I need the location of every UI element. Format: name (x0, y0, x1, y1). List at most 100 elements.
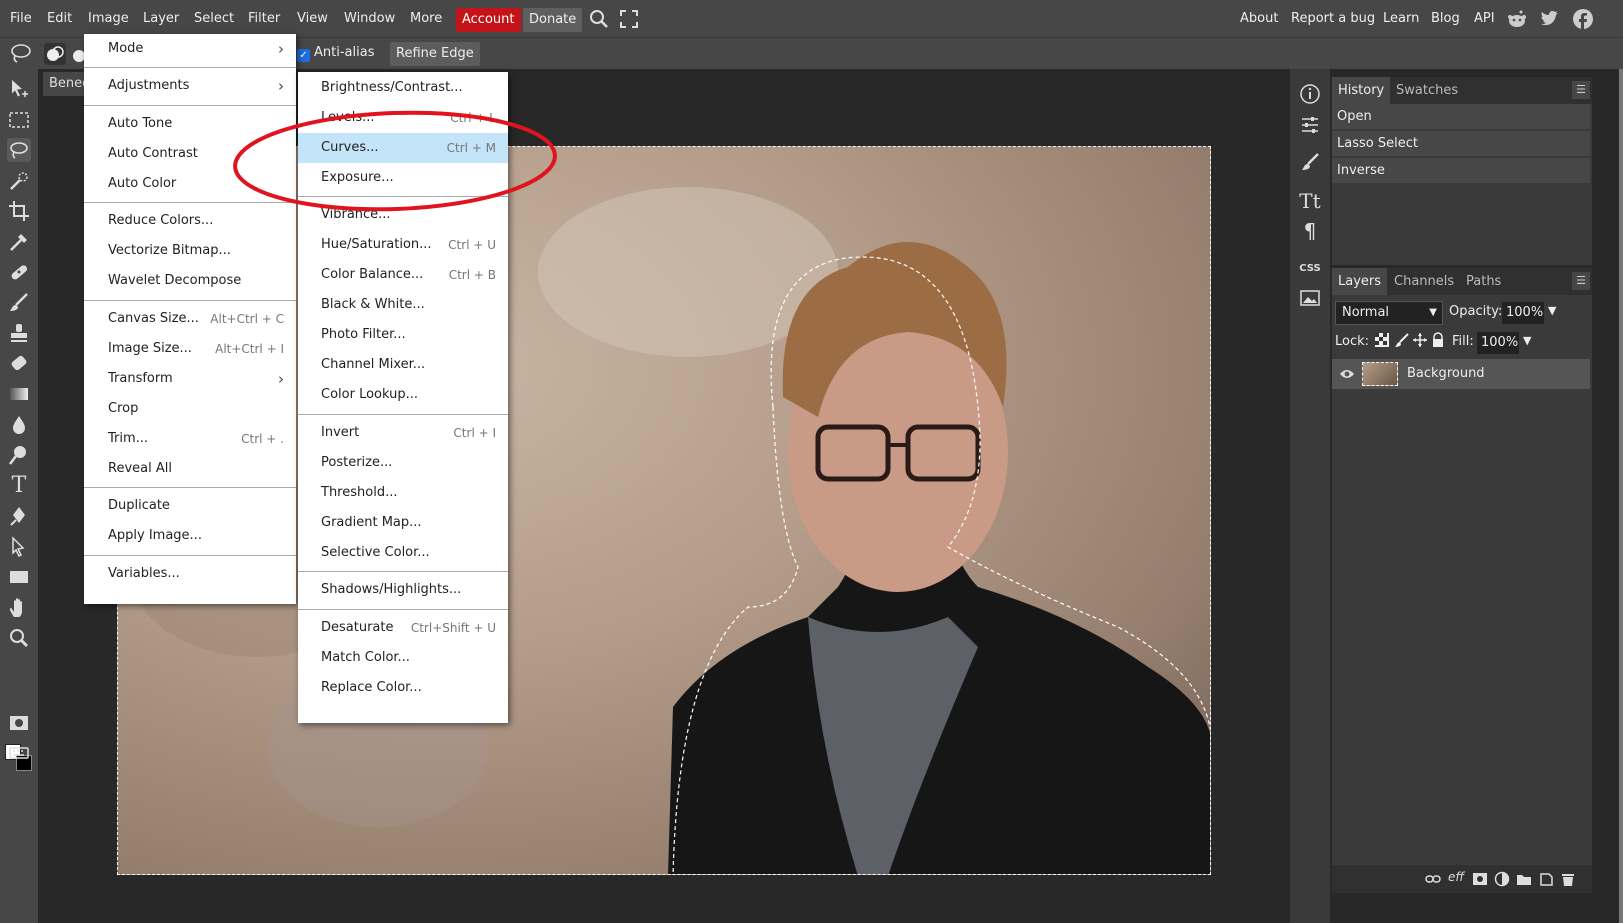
add-mask-icon[interactable] (1472, 871, 1488, 891)
tab-swatches[interactable]: Swatches (1390, 77, 1464, 104)
history-entry[interactable]: Inverse (1332, 158, 1590, 183)
menu-item-trim[interactable]: Trim... Ctrl + . (84, 424, 296, 454)
info-icon[interactable] (1298, 83, 1322, 107)
quick-select-tool-icon[interactable] (7, 169, 31, 193)
account-button[interactable]: Account (456, 8, 521, 32)
menu-image[interactable]: Image (88, 0, 129, 37)
menu-item-reveal-all[interactable]: Reveal All (84, 454, 296, 484)
menu-item-vectorize-bitmap[interactable]: Vectorize Bitmap... (84, 236, 296, 266)
panel-menu-icon[interactable]: ☰ (1572, 81, 1590, 99)
css-icon[interactable]: CSS (1298, 257, 1322, 281)
fill-input[interactable]: 100% (1477, 332, 1519, 354)
link-learn[interactable]: Learn (1383, 0, 1419, 37)
lasso-tool-icon[interactable] (7, 138, 31, 162)
menu-select[interactable]: Select (194, 0, 234, 37)
eye-icon[interactable] (1339, 366, 1355, 386)
dodge-tool-icon[interactable] (7, 443, 31, 467)
lock-all-icon[interactable] (1430, 332, 1446, 352)
tab-history[interactable]: History (1332, 77, 1391, 104)
tab-layers[interactable]: Layers (1332, 268, 1388, 295)
menu-item-hue-saturation[interactable]: Hue/Saturation... Ctrl + U (298, 230, 508, 260)
menu-item-photo-filter[interactable]: Photo Filter... (298, 320, 508, 350)
facebook-icon[interactable] (1572, 0, 1594, 37)
panel-menu-icon[interactable]: ☰ (1572, 272, 1590, 290)
pen-tool-icon[interactable] (7, 504, 31, 528)
blend-mode-select[interactable]: Normal ▼ (1335, 301, 1443, 325)
link-layers-icon[interactable] (1425, 871, 1441, 891)
stamp-tool-icon[interactable] (7, 321, 31, 345)
blur-tool-icon[interactable] (7, 413, 31, 437)
menu-file[interactable]: File (10, 0, 32, 37)
text-tool-icon[interactable]: T (7, 474, 31, 498)
quick-mask-icon[interactable] (7, 711, 31, 735)
reddit-icon[interactable] (1506, 0, 1528, 37)
tab-paths[interactable]: Paths (1460, 268, 1507, 295)
menu-item-variables[interactable]: Variables... (84, 559, 296, 589)
refine-edge-button[interactable]: Refine Edge (390, 42, 480, 66)
menu-item-black-white[interactable]: Black & White... (298, 290, 508, 320)
lock-position-icon[interactable] (1412, 332, 1428, 352)
zoom-tool-icon[interactable] (7, 626, 31, 650)
history-entry[interactable]: Open (1332, 104, 1590, 129)
scrollbar-strip[interactable] (1619, 69, 1623, 923)
healing-tool-icon[interactable] (7, 260, 31, 284)
crop-tool-icon[interactable] (7, 199, 31, 223)
menu-item-color-lookup[interactable]: Color Lookup... (298, 380, 508, 410)
lasso-options-icon[interactable] (9, 42, 33, 66)
eyedropper-tool-icon[interactable] (7, 230, 31, 254)
keyboard-icon[interactable] (7, 741, 31, 765)
menu-view[interactable]: View (297, 0, 328, 37)
new-group-icon[interactable] (1516, 871, 1532, 891)
menu-more[interactable]: More (410, 0, 442, 37)
menu-item-posterize[interactable]: Posterize... (298, 448, 508, 478)
search-icon[interactable] (588, 0, 610, 37)
move-tool-icon[interactable] (7, 77, 31, 101)
image-panel-icon[interactable] (1298, 287, 1322, 311)
menu-filter[interactable]: Filter (248, 0, 280, 37)
menu-item-channel-mixer[interactable]: Channel Mixer... (298, 350, 508, 380)
link-blog[interactable]: Blog (1431, 0, 1460, 37)
menu-window[interactable]: Window (344, 0, 395, 37)
menu-item-replace-color[interactable]: Replace Color... (298, 673, 508, 703)
trash-icon[interactable] (1560, 871, 1576, 891)
menu-item-transform[interactable]: Transform › (84, 364, 296, 394)
selection-mode-add-icon[interactable] (70, 43, 85, 65)
menu-item-brightness-contrast[interactable]: Brightness/Contrast... (298, 73, 508, 103)
eraser-tool-icon[interactable] (7, 352, 31, 376)
menu-item-apply-image[interactable]: Apply Image... (84, 521, 296, 551)
menu-item-mode[interactable]: Mode › (84, 34, 296, 64)
link-api[interactable]: API (1474, 0, 1495, 37)
menu-item-wavelet-decompose[interactable]: Wavelet Decompose (84, 266, 296, 296)
antialias-checkbox[interactable]: ✓ Anti-alias (297, 45, 374, 62)
adjustments-sliders-icon[interactable] (1298, 114, 1322, 138)
menu-edit[interactable]: Edit (47, 0, 72, 37)
layer-row[interactable]: Background (1332, 359, 1590, 389)
link-report-bug[interactable]: Report a bug (1291, 0, 1375, 37)
path-select-tool-icon[interactable] (7, 535, 31, 559)
tab-channels[interactable]: Channels (1388, 268, 1460, 295)
menu-item-match-color[interactable]: Match Color... (298, 643, 508, 673)
menu-item-crop[interactable]: Crop (84, 394, 296, 424)
menu-item-duplicate[interactable]: Duplicate (84, 491, 296, 521)
history-entry[interactable]: Lasso Select (1332, 131, 1590, 156)
fill-dropdown-icon[interactable]: ▼ (1523, 334, 1531, 347)
rectangle-tool-icon[interactable] (7, 565, 31, 589)
new-layer-icon[interactable] (1538, 871, 1554, 891)
twitter-icon[interactable] (1539, 0, 1561, 37)
menu-item-adjustments[interactable]: Adjustments › (84, 71, 296, 101)
link-about[interactable]: About (1240, 0, 1278, 37)
adjustment-layer-icon[interactable] (1494, 871, 1510, 891)
menu-item-gradient-map[interactable]: Gradient Map... (298, 508, 508, 538)
menu-item-invert[interactable]: Invert Ctrl + I (298, 418, 508, 448)
character-icon[interactable]: Tt (1298, 189, 1322, 213)
marquee-tool-icon[interactable] (7, 108, 31, 132)
menu-item-shadows-highlights[interactable]: Shadows/Highlights... (298, 575, 508, 605)
paragraph-icon[interactable]: ¶ (1298, 219, 1322, 243)
lock-pixels-icon[interactable] (1394, 332, 1410, 352)
hand-tool-icon[interactable] (7, 596, 31, 620)
brush-settings-icon[interactable] (1298, 151, 1322, 175)
menu-item-image-size[interactable]: Image Size... Alt+Ctrl + I (84, 334, 296, 364)
fullscreen-icon[interactable] (620, 0, 638, 37)
menu-item-color-balance[interactable]: Color Balance... Ctrl + B (298, 260, 508, 290)
menu-item-desaturate[interactable]: Desaturate Ctrl+Shift + U (298, 613, 508, 643)
